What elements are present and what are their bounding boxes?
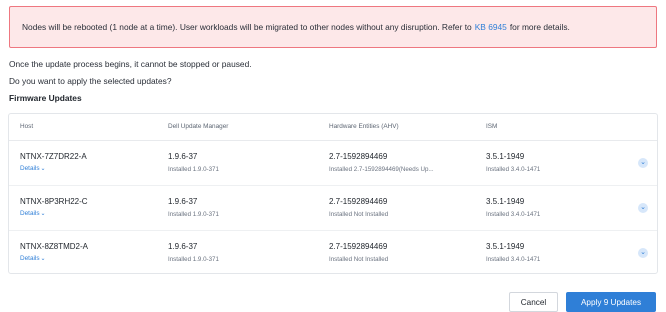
alert-text-end: for more details.: [509, 22, 570, 32]
alert-text: Nodes will be rebooted (1 node at a time…: [22, 22, 472, 32]
column-header-ism: ISM: [486, 123, 498, 130]
cancel-button[interactable]: Cancel: [509, 292, 558, 312]
expand-row-icon[interactable]: ⌄: [638, 158, 648, 168]
hardware-entities-installed: Installed Not Installed: [329, 256, 389, 263]
kb-article-link[interactable]: KB 6945: [475, 22, 507, 32]
table-row: NTNX-8P3RH22-C Details⌄ 1.9.6-37 Install…: [9, 186, 657, 231]
no-stop-notice: Once the update process begins, it canno…: [9, 59, 252, 69]
dell-update-manager-installed: Installed 1.9.0-371: [168, 211, 219, 218]
details-toggle[interactable]: Details⌄: [20, 165, 46, 172]
ism-version: 3.5.1-1949: [486, 242, 525, 251]
ism-version: 3.5.1-1949: [486, 197, 525, 206]
table-header: Host Dell Update Manager Hardware Entiti…: [9, 114, 657, 141]
firmware-updates-table: Host Dell Update Manager Hardware Entiti…: [8, 113, 658, 274]
host-name: NTNX-8Z8TMD2-A: [20, 242, 89, 251]
chevron-down-icon: ⌄: [40, 166, 46, 172]
expand-row-icon[interactable]: ⌄: [638, 203, 648, 213]
expand-row-icon[interactable]: ⌄: [638, 248, 648, 258]
hardware-entities-installed: Installed Not Installed: [329, 211, 389, 218]
column-header-dell-update-manager: Dell Update Manager: [168, 123, 229, 130]
ism-installed: Installed 3.4.0-1471: [486, 211, 541, 218]
ism-installed: Installed 3.4.0-1471: [486, 256, 541, 263]
chevron-down-icon: ⌄: [40, 211, 46, 217]
section-title: Firmware Updates: [9, 93, 82, 103]
dell-update-manager-version: 1.9.6-37: [168, 242, 198, 251]
dell-update-manager-version: 1.9.6-37: [168, 152, 198, 161]
ism-version: 3.5.1-1949: [486, 152, 525, 161]
dell-update-manager-installed: Installed 1.9.0-371: [168, 256, 219, 263]
hardware-entities-version: 2.7-1592894469: [329, 242, 388, 251]
ism-installed: Installed 3.4.0-1471: [486, 166, 541, 173]
hardware-entities-version: 2.7-1592894469: [329, 197, 388, 206]
column-header-hardware-entities: Hardware Entities (AHV): [329, 123, 399, 130]
apply-updates-button[interactable]: Apply 9 Updates: [566, 292, 656, 312]
reboot-warning-alert: Nodes will be rebooted (1 node at a time…: [9, 6, 657, 48]
host-name: NTNX-7Z7DR22-A: [20, 152, 87, 161]
confirm-question: Do you want to apply the selected update…: [9, 76, 172, 86]
column-header-host: Host: [20, 123, 34, 130]
host-name: NTNX-8P3RH22-C: [20, 197, 88, 206]
details-label: Details: [20, 210, 40, 217]
details-label: Details: [20, 255, 40, 262]
dell-update-manager-installed: Installed 1.9.0-371: [168, 166, 219, 173]
details-label: Details: [20, 165, 40, 172]
hardware-entities-version: 2.7-1592894469: [329, 152, 388, 161]
table-row: NTNX-7Z7DR22-A Details⌄ 1.9.6-37 Install…: [9, 141, 657, 186]
chevron-down-icon: ⌄: [40, 256, 46, 262]
details-toggle[interactable]: Details⌄: [20, 210, 46, 217]
table-row: NTNX-8Z8TMD2-A Details⌄ 1.9.6-37 Install…: [9, 231, 657, 275]
details-toggle[interactable]: Details⌄: [20, 255, 46, 262]
hardware-entities-installed: Installed 2.7-1592894469(Needs Up...: [329, 166, 434, 173]
dell-update-manager-version: 1.9.6-37: [168, 197, 198, 206]
